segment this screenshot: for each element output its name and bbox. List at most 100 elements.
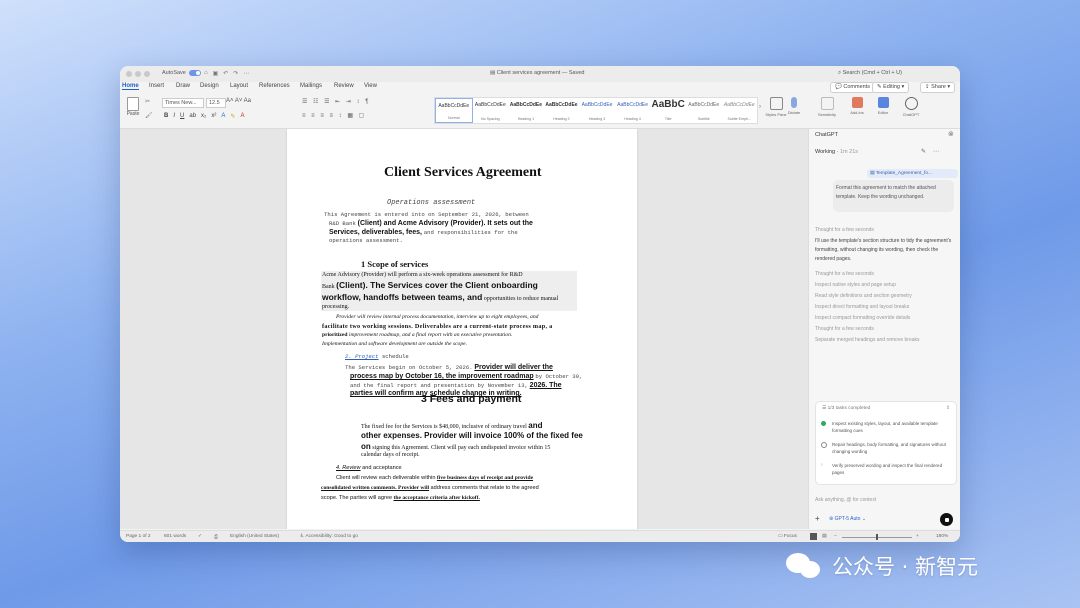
add-ins-icon bbox=[851, 97, 863, 108]
ribbon-tabs: Home Insert Draw Design Layout Reference… bbox=[120, 82, 960, 93]
share-button[interactable]: ⇪ Share ▾ bbox=[920, 82, 956, 93]
chatgpt-panel: ChatGPT ⊗ Working · 1m 21s ✎ ⋯ ▤ Templat… bbox=[808, 129, 960, 529]
tab-draw[interactable]: Draw bbox=[176, 83, 190, 89]
autosave-toggle[interactable] bbox=[188, 70, 201, 76]
microphone-icon bbox=[791, 97, 797, 108]
proofing-icon[interactable]: ✓ bbox=[198, 534, 202, 539]
language[interactable]: English (United States) bbox=[230, 534, 279, 539]
comments-button[interactable]: 💬 Comments bbox=[830, 82, 875, 93]
word-count[interactable]: 601 words bbox=[164, 534, 186, 539]
dictate-button[interactable]: Dictate bbox=[782, 97, 806, 115]
tab-insert[interactable]: Insert bbox=[149, 83, 164, 89]
tab-view[interactable]: View bbox=[364, 83, 377, 89]
paragraph-line: workflow, handoffs between teams, and op… bbox=[322, 292, 559, 302]
sensitivity-button[interactable]: Sensitivity bbox=[815, 97, 839, 117]
paragraph-line: facilitate two working sessions. Deliver… bbox=[322, 323, 553, 330]
text-effects-button[interactable]: A bbox=[221, 113, 225, 120]
redo-icon[interactable]: ↷ bbox=[233, 70, 238, 77]
chatgpt-button[interactable]: ChatGPT bbox=[899, 97, 923, 117]
heading-fees: 3 Fees and payment bbox=[421, 393, 522, 405]
subscript-button[interactable]: x₂ bbox=[201, 113, 206, 120]
tab-design[interactable]: Design bbox=[200, 83, 219, 89]
focus-button[interactable]: ▭ Focus bbox=[778, 534, 797, 539]
style-subtitle[interactable]: AaBbCcDdEe Subtitle bbox=[686, 98, 722, 123]
font-size-select[interactable]: 12.5 bbox=[206, 98, 226, 108]
font-color-button[interactable]: A bbox=[240, 113, 244, 120]
in-progress-icon bbox=[821, 442, 827, 448]
task-header[interactable]: ☰ 1/3 tasks completed bbox=[822, 406, 870, 411]
add-ins-button[interactable]: Add-ins bbox=[845, 97, 869, 115]
style-no-spacing[interactable]: AaBbCcDdEe No Spacing bbox=[473, 98, 509, 123]
sensitivity-icon bbox=[820, 97, 834, 110]
schedule-line: and the final report and presentation by… bbox=[350, 382, 562, 389]
save-icon[interactable]: ▣ bbox=[213, 70, 219, 77]
paragraph-line: Implementation and software development … bbox=[322, 341, 467, 347]
style-heading-2[interactable]: AaBbCcDdEe Heading 2 bbox=[544, 98, 580, 123]
wechat-logo-icon bbox=[786, 551, 824, 581]
style-normal[interactable]: AaBbCcDdEe Normal bbox=[435, 98, 473, 123]
zoom-level[interactable]: 180% bbox=[936, 534, 948, 539]
style-subtle-emphasis[interactable]: AaBbCcDdEe Subtle Emph... bbox=[722, 98, 758, 123]
tab-layout[interactable]: Layout bbox=[230, 83, 248, 89]
tab-mailings[interactable]: Mailings bbox=[300, 83, 322, 89]
assistant-reply: I'll use the template's section structur… bbox=[815, 238, 952, 262]
editor-button[interactable]: Editor bbox=[871, 97, 895, 115]
align-buttons[interactable]: ≡ ≡ ≡ ≡ ↕ ▦ ▢ bbox=[302, 112, 366, 119]
style-heading-1[interactable]: AaBbCcDdEe Heading 1 bbox=[508, 98, 544, 123]
strikethrough-button[interactable]: ab bbox=[189, 113, 196, 120]
accessibility-status[interactable]: ♿ Accessibility: Good to go bbox=[300, 534, 358, 539]
autosave[interactable]: AutoSave bbox=[162, 70, 201, 76]
new-chat-icon[interactable]: ✎ bbox=[921, 148, 926, 155]
zoom-in-icon[interactable]: + bbox=[916, 534, 919, 539]
model-selector[interactable]: ⊛ GPT-5 Auto ⌄ bbox=[829, 516, 866, 522]
stop-button[interactable] bbox=[940, 513, 953, 526]
style-heading-4[interactable]: AaBbCcDdEe Heading 4 bbox=[615, 98, 651, 123]
paste-button[interactable]: Paste bbox=[124, 97, 142, 117]
chat-input[interactable]: Ask anything, @ for context bbox=[815, 497, 876, 503]
list-buttons[interactable]: ☰ ☷ ☰ ⇤ ⇥ ↕ ¶ bbox=[302, 98, 370, 105]
cut-icon[interactable]: ✂ bbox=[145, 98, 150, 105]
more-icon[interactable]: ⋯ bbox=[243, 70, 249, 77]
close-icon[interactable]: ⊗ bbox=[948, 130, 954, 138]
tab-references[interactable]: References bbox=[259, 83, 290, 89]
bold-button[interactable]: B bbox=[164, 113, 168, 120]
format-painter-icon[interactable]: 🖌 bbox=[145, 112, 153, 119]
clipboard-icon bbox=[127, 97, 139, 111]
underline-button[interactable]: U bbox=[180, 113, 184, 120]
tab-review[interactable]: Review bbox=[334, 83, 354, 89]
document-canvas[interactable]: Client Services Agreement Operations ass… bbox=[120, 129, 808, 529]
highlight-button[interactable]: ✎ bbox=[230, 113, 235, 120]
watermark-text: 公众号 · 新智元 bbox=[832, 555, 979, 579]
status-bar: Page 1 of 2 601 words ✓ ⎙ English (Unite… bbox=[120, 530, 960, 542]
search-box[interactable]: ⌕ Search (Cmd + Ctrl + U) bbox=[838, 70, 902, 77]
chatgpt-icon bbox=[904, 97, 918, 110]
undo-icon[interactable]: ↶ bbox=[223, 70, 228, 77]
superscript-button[interactable]: x² bbox=[211, 113, 216, 120]
style-heading-3[interactable]: AaBbCcDdEe Heading 3 bbox=[579, 98, 615, 123]
font-family-select[interactable]: Times New... bbox=[162, 98, 204, 108]
styles-expand-icon[interactable]: › bbox=[759, 104, 761, 110]
more-options-icon[interactable]: ⋯ bbox=[933, 148, 939, 155]
font-size-buttons[interactable]: A˄ A˅ Aa bbox=[226, 98, 251, 104]
zoom-slider-handle[interactable] bbox=[876, 534, 878, 540]
add-attachment-icon[interactable]: + bbox=[815, 514, 820, 523]
page-count[interactable]: Page 1 of 2 bbox=[126, 534, 151, 539]
italic-button[interactable]: I bbox=[173, 113, 175, 120]
track-icon[interactable]: ⎙ bbox=[214, 534, 218, 540]
word-window: AutoSave ⌂ ▣ ↶ ↷ ⋯ ▤ Client services agr… bbox=[120, 66, 960, 542]
web-layout-icon[interactable]: ▤ bbox=[822, 534, 827, 539]
expand-icon[interactable]: ⇕ bbox=[946, 405, 950, 411]
watermark: 公众号 · 新智元 bbox=[786, 551, 978, 581]
editor-icon bbox=[877, 97, 889, 108]
home-icon[interactable]: ⌂ bbox=[204, 70, 208, 77]
print-layout-icon[interactable] bbox=[810, 533, 817, 540]
attachment-chip[interactable]: ▤ Template_Agreement_fo... bbox=[867, 169, 958, 178]
document-title: ▤ Client services agreement — Saved bbox=[490, 70, 585, 76]
style-title[interactable]: AaBbC Title bbox=[650, 98, 686, 123]
editing-button[interactable]: ✎ Editing ▾ bbox=[872, 82, 910, 93]
paragraph-line: Acme Advisory (Provider) will perform a … bbox=[322, 272, 523, 278]
window-controls[interactable] bbox=[126, 71, 150, 77]
document-page[interactable]: Client Services Agreement Operations ass… bbox=[287, 129, 637, 529]
zoom-out-icon[interactable]: − bbox=[834, 534, 837, 539]
tab-home[interactable]: Home bbox=[122, 83, 139, 90]
